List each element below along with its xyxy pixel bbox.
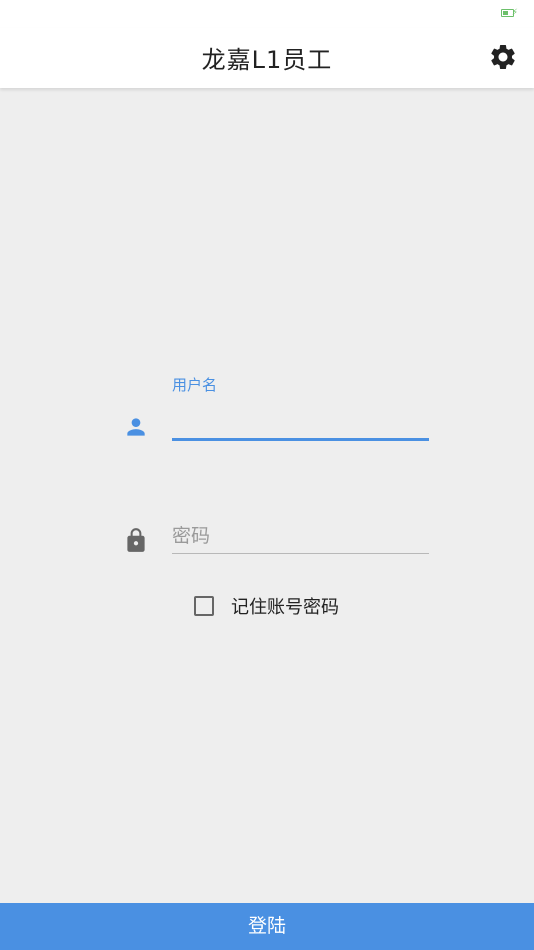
lock-icon xyxy=(127,528,145,552)
remember-label: 记住账号密码 xyxy=(231,597,339,618)
settings-button[interactable] xyxy=(488,42,518,72)
login-button[interactable]: 登陆 xyxy=(0,903,534,950)
charging-icon: ⚡ xyxy=(511,8,518,18)
username-input[interactable] xyxy=(172,406,429,438)
password-input[interactable] xyxy=(172,520,429,552)
status-bar: ⚡ xyxy=(0,0,534,28)
person-icon xyxy=(127,418,145,436)
username-underline xyxy=(172,438,429,441)
app-bar: 龙嘉L1员工 xyxy=(0,28,534,88)
password-underline xyxy=(172,553,429,554)
login-form: 用户名 记住账号密码 xyxy=(0,88,534,902)
remember-checkbox[interactable] xyxy=(194,596,214,616)
remember-credentials-row[interactable]: 记住账号密码 xyxy=(194,593,339,619)
username-label: 用户名 xyxy=(172,376,218,394)
page-title: 龙嘉L1员工 xyxy=(201,46,333,74)
gear-icon xyxy=(491,44,515,69)
